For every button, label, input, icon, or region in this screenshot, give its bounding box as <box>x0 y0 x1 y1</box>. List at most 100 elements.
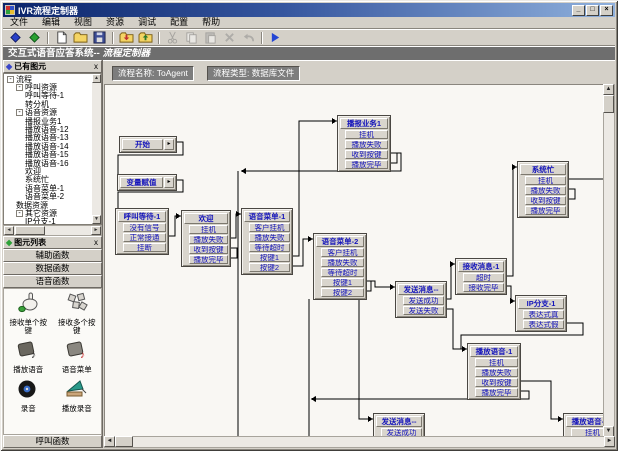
flow-canvas[interactable]: 开始▸变量赋值▸呼叫等待-1没有信号正常接通挂断欢迎挂机播放失败收到按键播放完毕… <box>104 84 603 437</box>
flow-node[interactable]: 播放语音-1挂机播放失败收到按键播放完毕 <box>467 343 521 400</box>
flow-node-port[interactable]: 客户挂机 <box>249 223 290 232</box>
import-flow-icon[interactable] <box>117 31 136 45</box>
node-arrow-button[interactable]: ▸ <box>164 177 174 188</box>
flow-node-port[interactable]: 挂机 <box>189 225 228 234</box>
flow-node-port[interactable]: 挂断 <box>123 243 166 252</box>
flow-node-port[interactable]: 按键1 <box>249 253 290 262</box>
palette-item[interactable]: 接收多个按键 <box>53 292 102 335</box>
tree-horizontal-scrollbar[interactable]: ◄ ► <box>3 225 102 236</box>
flow-node[interactable]: 开始▸ <box>119 136 177 153</box>
flow-node-port[interactable]: 表达式真 <box>523 310 564 319</box>
tree-item[interactable]: 播放语音-16 <box>5 159 91 167</box>
menu-item[interactable]: 帮助 <box>195 17 227 28</box>
new-doc-icon[interactable] <box>52 31 71 45</box>
scroll-down-icon[interactable]: ▼ <box>92 215 101 224</box>
flow-node-port[interactable]: 接收完毕 <box>463 283 504 292</box>
node-arrow-button[interactable]: ▸ <box>164 139 174 150</box>
collapse-icon[interactable]: - <box>16 84 23 91</box>
palette-item[interactable]: 录音 <box>4 378 53 413</box>
scroll-left-icon[interactable]: ◄ <box>4 226 14 235</box>
tree-vertical-scrollbar[interactable]: ▲ ▼ <box>92 74 101 224</box>
flow-node-port[interactable]: 挂机 <box>525 176 566 185</box>
flow-node[interactable]: 发送消息--发送成功发送失败 <box>373 413 425 437</box>
flow-node-port[interactable]: 播放失败 <box>475 368 518 377</box>
flow-node[interactable]: 系统忙挂机播放失败收到按键播放完毕 <box>517 161 569 218</box>
scroll-thumb[interactable] <box>15 226 45 235</box>
flow-node-port[interactable]: 播放完毕 <box>475 388 518 397</box>
flow-node-port[interactable]: 收到按键 <box>189 245 228 254</box>
flow-node-port[interactable]: 按键2 <box>321 288 364 297</box>
panel-close-icon[interactable]: x <box>93 239 99 247</box>
flow-node-port[interactable]: 等待超时 <box>249 243 290 252</box>
palette-panel-header[interactable]: ◆ 图元列表 x <box>3 236 102 249</box>
palette-item[interactable]: ♪语音菜单 <box>53 339 102 374</box>
open-folder-icon[interactable] <box>71 31 90 45</box>
save-icon[interactable] <box>90 31 109 45</box>
menu-item[interactable]: 资源 <box>99 17 131 28</box>
flow-node-port[interactable]: 收到按键 <box>475 378 518 387</box>
scroll-right-icon[interactable]: ► <box>91 226 101 235</box>
scroll-thumb[interactable] <box>603 95 614 113</box>
flow-node[interactable]: 呼叫等待-1没有信号正常接通挂断 <box>115 208 169 255</box>
flow-node-port[interactable]: 播放失败 <box>345 140 388 149</box>
title-bar[interactable]: IVR流程定制器 _ □ × <box>3 3 615 17</box>
flow-node[interactable]: 接收消息-1超时接收完毕 <box>455 258 507 295</box>
canvas-horizontal-scrollbar[interactable]: ◄ ► <box>104 436 615 448</box>
category-button[interactable]: 辅助函数 <box>3 249 102 262</box>
flow-node-port[interactable]: 等待超时 <box>321 268 364 277</box>
flow-node-port[interactable]: 播放失败 <box>189 235 228 244</box>
shapes-panel-header[interactable]: ◆ 已有图元 x <box>3 60 102 73</box>
flow-node-port[interactable]: 收到按键 <box>345 150 388 159</box>
palette-item[interactable]: ♪播放语音 <box>4 339 53 374</box>
flow-node-port[interactable]: 按键1 <box>321 278 364 287</box>
flow-node[interactable]: 语音菜单-1客户挂机播放失败等待超时按键1按键2 <box>241 208 293 275</box>
restore-button[interactable]: □ <box>586 5 599 16</box>
collapse-icon[interactable]: - <box>16 109 23 116</box>
minimize-button[interactable]: _ <box>572 5 585 16</box>
flow-node[interactable]: 语音菜单-2客户挂机播放失败等待超时按键1按键2 <box>313 233 367 300</box>
flow-node[interactable]: 播放语音-1挂机播放失败收到按键播放完毕 <box>563 413 603 437</box>
scroll-up-icon[interactable]: ▲ <box>603 84 614 95</box>
collapse-icon[interactable]: - <box>16 210 23 217</box>
close-button[interactable]: × <box>600 5 613 16</box>
flow-node-port[interactable]: 没有信号 <box>123 223 166 232</box>
flow-node-port[interactable]: 播放失败 <box>525 186 566 195</box>
palette-item[interactable]: 播放录音 <box>53 378 102 413</box>
category-button[interactable]: 数据函数 <box>3 262 102 275</box>
menu-item[interactable]: 编辑 <box>35 17 67 28</box>
scroll-left-icon[interactable]: ◄ <box>104 436 115 447</box>
panel-close-icon[interactable]: x <box>93 63 99 71</box>
flow-node[interactable]: 播报业务1挂机播放失败收到按键播放完毕 <box>337 115 391 172</box>
flow-node[interactable]: IP分支-1表达式真表达式假 <box>515 295 567 332</box>
category-button-call-functions[interactable]: 呼叫函数 <box>3 435 102 448</box>
collapse-icon[interactable]: - <box>7 76 14 83</box>
menu-item[interactable]: 配置 <box>163 17 195 28</box>
scroll-right-icon[interactable]: ► <box>604 436 615 447</box>
scroll-thumb[interactable] <box>115 436 133 447</box>
flow-node-port[interactable]: 播放完毕 <box>525 206 566 215</box>
flow-node-port[interactable]: 收到按键 <box>525 196 566 205</box>
diamond-green-icon[interactable] <box>25 31 44 45</box>
flow-node-port[interactable]: 发送失败 <box>403 306 444 315</box>
flow-node-port[interactable]: 挂机 <box>475 358 518 367</box>
palette-item[interactable]: 接收单个按键 <box>4 292 53 335</box>
flow-node-port[interactable]: 播放失败 <box>249 233 290 242</box>
menu-item[interactable]: 调试 <box>131 17 163 28</box>
flow-node[interactable]: 变量赋值▸ <box>117 174 177 191</box>
export-flow-icon[interactable] <box>136 31 155 45</box>
flow-node-port[interactable]: 播放完毕 <box>189 255 228 264</box>
flow-node-port[interactable]: 客户挂机 <box>321 248 364 257</box>
scroll-up-icon[interactable]: ▲ <box>92 74 101 83</box>
flow-node-port[interactable]: 挂机 <box>345 130 388 139</box>
flow-node-port[interactable]: 正常接通 <box>123 233 166 242</box>
flow-node-port[interactable]: 按键2 <box>249 263 290 272</box>
menu-item[interactable]: 文件 <box>3 17 35 28</box>
flow-node-port[interactable]: 发送成功 <box>403 296 444 305</box>
category-button[interactable]: 语音函数 <box>3 275 102 288</box>
canvas-vertical-scrollbar[interactable]: ▲ ▼ <box>603 84 615 437</box>
flow-node-port[interactable]: 播放完毕 <box>345 160 388 169</box>
flow-node-port[interactable]: 表达式假 <box>523 320 564 329</box>
flow-node-port[interactable]: 播放失败 <box>321 258 364 267</box>
menu-item[interactable]: 视图 <box>67 17 99 28</box>
run-icon[interactable] <box>266 31 285 45</box>
